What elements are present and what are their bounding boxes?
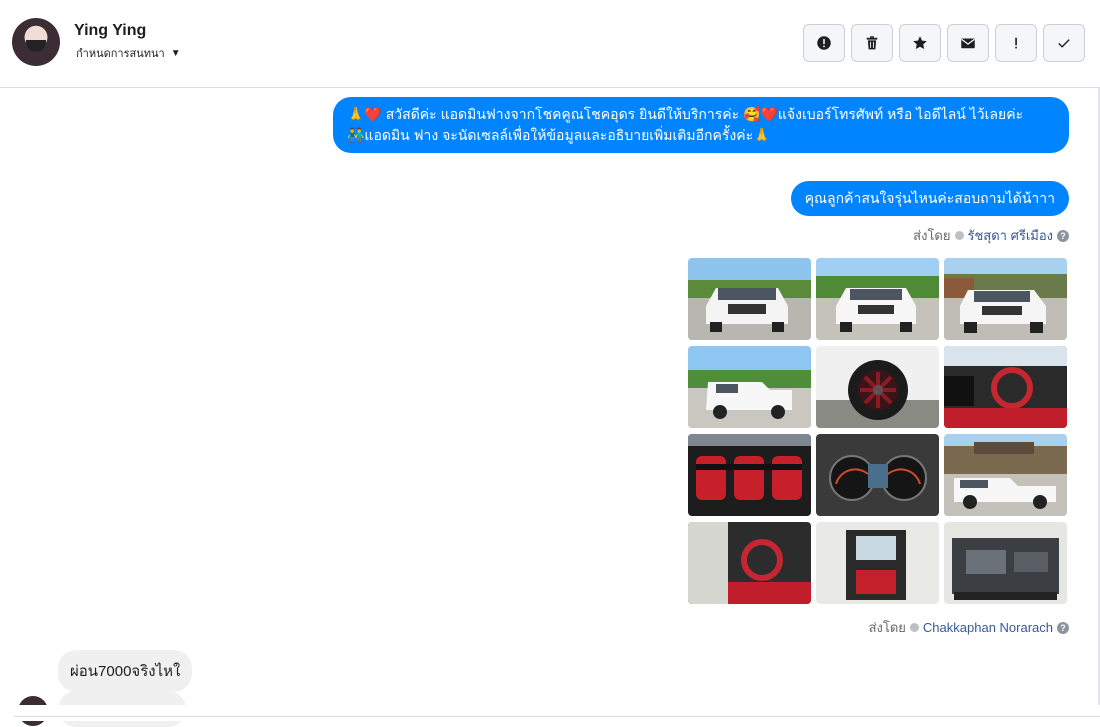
schedule-conversation-dropdown[interactable]: กำหนดการสนทนา ▼ [76, 44, 181, 62]
verified-dot-icon [954, 231, 964, 240]
alert-circle-icon [817, 36, 831, 50]
outgoing-message[interactable]: คุณลูกค้าสนใจรุ่นไหนค่ะสอบถามได้น้าาา [790, 181, 1069, 216]
message-text-line: 🙏❤️ สวัสดีค่ะ แอดมินฟางจากโชคคูณโชคอุดร … [347, 106, 1024, 122]
car-photo[interactable] [944, 258, 1067, 340]
car-photo[interactable] [944, 346, 1067, 428]
help-icon[interactable]: ? [1057, 229, 1069, 242]
message-text: คุณลูกค้าสนใจรุ่นไหนค่ะสอบถามได้น้าาา [804, 190, 1055, 206]
sent-by-label: ส่งโดย [913, 228, 951, 243]
sender-name[interactable]: Chakkaphan Norarach [923, 620, 1053, 635]
caret-down-icon: ▼ [170, 47, 181, 59]
car-photo[interactable] [816, 522, 939, 604]
message-text-line: 👬แอดมิน ฟาง จะนัดเซลล์เพื่อให้ข้อมูลและอ… [347, 127, 771, 143]
schedule-label: กำหนดการสนทนา [76, 48, 165, 60]
composer-area [0, 705, 1100, 721]
help-icon[interactable]: ? [1057, 621, 1069, 634]
mark-unread-button[interactable] [947, 24, 989, 62]
sent-by-label: ส่งโดย [868, 620, 906, 635]
car-photo[interactable] [944, 434, 1067, 516]
conversation-header: Ying Ying กำหนดการสนทนา ▼ [0, 0, 1100, 88]
spam-button[interactable] [995, 24, 1037, 62]
mail-icon [961, 38, 975, 49]
car-photo[interactable] [816, 346, 939, 428]
incoming-message[interactable]: ผ่อน7000จริงไหใ [58, 650, 193, 692]
exclamation-icon [1015, 37, 1017, 49]
outgoing-message[interactable]: 🙏❤️ สวัสดีค่ะ แอดมินฟางจากโชคคูณโชคอุดร … [333, 97, 1069, 153]
mark-done-button[interactable] [1043, 24, 1085, 62]
car-photo[interactable] [816, 434, 939, 516]
sent-by-info: ส่งโดย รัชสุดา ศรีเมือง ? [913, 225, 1069, 246]
photo-attachment-grid [688, 258, 1068, 604]
delete-button[interactable] [851, 24, 893, 62]
contact-avatar[interactable] [12, 18, 60, 66]
verified-dot-icon [909, 623, 919, 632]
car-photo[interactable] [688, 258, 811, 340]
report-button[interactable] [803, 24, 845, 62]
car-photo[interactable] [688, 434, 811, 516]
star-button[interactable] [899, 24, 941, 62]
car-photo[interactable] [944, 522, 1067, 604]
composer-divider [14, 716, 1100, 717]
car-photo[interactable] [816, 258, 939, 340]
message-text: ผ่อน7000จริงไหใ [70, 663, 181, 680]
contact-name[interactable]: Ying Ying [74, 22, 146, 40]
sender-name[interactable]: รัชสุดา ศรีเมือง [968, 225, 1054, 246]
car-photo[interactable] [688, 522, 811, 604]
header-actions [803, 24, 1085, 62]
check-icon [1058, 39, 1070, 48]
star-icon [913, 36, 927, 49]
trash-icon [866, 36, 878, 50]
sent-by-info: ส่งโดย Chakkaphan Norarach ? [869, 617, 1069, 638]
car-photo[interactable] [688, 346, 811, 428]
